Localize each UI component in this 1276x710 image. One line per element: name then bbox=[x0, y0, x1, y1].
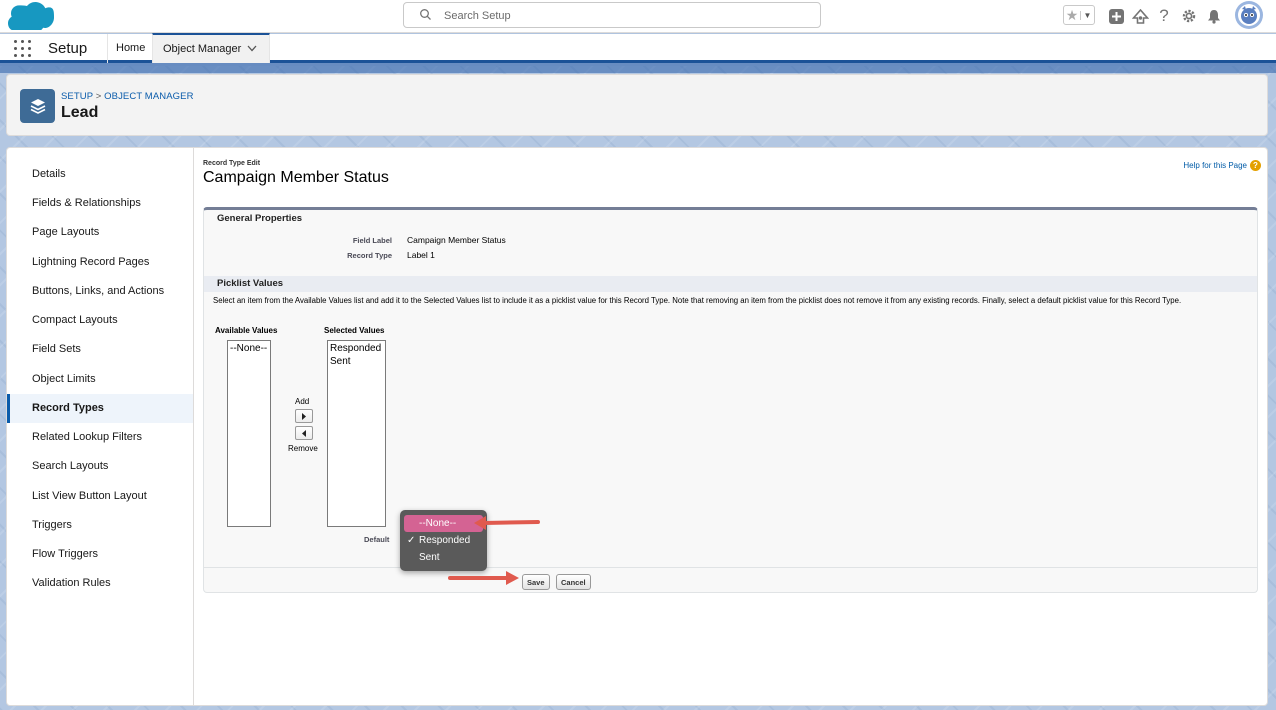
app-name: Setup bbox=[48, 40, 88, 57]
field-label-label: Field Label bbox=[352, 236, 392, 245]
layers-icon bbox=[20, 89, 55, 123]
main-panel: Details Fields & Relationships Page Layo… bbox=[6, 147, 1268, 706]
breadcrumb-separator: > bbox=[93, 91, 105, 102]
remove-button[interactable] bbox=[295, 426, 313, 440]
notifications-bell-icon[interactable] bbox=[1206, 6, 1222, 26]
general-properties-header: General Properties bbox=[217, 213, 303, 224]
annotation-arrow-none bbox=[474, 516, 540, 530]
dropdown-option-label: --None-- bbox=[419, 518, 457, 529]
star-icon: ★ bbox=[1065, 6, 1079, 23]
record-type-edit-label: Record Type Edit bbox=[203, 160, 261, 167]
sidebar: Details Fields & Relationships Page Layo… bbox=[7, 148, 194, 705]
search-icon bbox=[420, 9, 431, 20]
annotation-arrow-save bbox=[448, 571, 519, 585]
search-input[interactable] bbox=[444, 7, 804, 24]
dropdown-option-label: Responded bbox=[419, 535, 471, 546]
salesforce-logo[interactable] bbox=[8, 2, 55, 37]
breadcrumb-object-manager[interactable]: OBJECT MANAGER bbox=[104, 91, 193, 102]
page-header: SETUP > OBJECT MANAGER Lead bbox=[6, 74, 1268, 136]
sidebar-item-object-limits[interactable]: Object Limits bbox=[7, 365, 193, 394]
avatar[interactable] bbox=[1235, 1, 1263, 29]
picklist-description: Select an item from the Available Values… bbox=[213, 296, 1182, 305]
cancel-button[interactable]: Cancel bbox=[556, 574, 591, 590]
app-launcher-icon[interactable] bbox=[14, 40, 31, 57]
dropdown-option-sent[interactable]: Sent bbox=[400, 549, 487, 566]
sidebar-item-triggers[interactable]: Triggers bbox=[7, 511, 193, 540]
sidebar-item-list-view-button-layout[interactable]: List View Button Layout bbox=[7, 482, 193, 511]
save-button[interactable]: Save bbox=[522, 574, 550, 590]
gear-icon[interactable] bbox=[1180, 6, 1198, 26]
trailhead-icon bbox=[1131, 8, 1149, 24]
dropdown-option-label: Sent bbox=[419, 552, 440, 563]
add-button[interactable] bbox=[295, 409, 313, 423]
record-type-label: Record Type bbox=[347, 251, 392, 260]
sidebar-item-buttons-links-actions[interactable]: Buttons, Links, and Actions bbox=[7, 277, 193, 306]
breadcrumb-setup[interactable]: SETUP bbox=[61, 91, 93, 102]
sidebar-item-related-lookup-filters[interactable]: Related Lookup Filters bbox=[7, 423, 193, 452]
sidebar-item-details[interactable]: Details bbox=[7, 160, 193, 189]
content-area: Record Type Edit Campaign Member Status … bbox=[203, 148, 1261, 705]
page-title: Lead bbox=[61, 104, 99, 121]
selected-values-list[interactable]: Responded Sent bbox=[327, 340, 386, 527]
plus-icon bbox=[1108, 8, 1124, 24]
available-value-item[interactable]: --None-- bbox=[229, 343, 269, 356]
sidebar-item-record-types[interactable]: Record Types bbox=[7, 394, 193, 423]
favorites-button[interactable]: ★ ▼ bbox=[1063, 5, 1095, 25]
sidebar-item-page-layouts[interactable]: Page Layouts bbox=[7, 218, 193, 247]
content-title: Campaign Member Status bbox=[203, 169, 389, 186]
picklist-values-header: Picklist Values bbox=[204, 276, 1257, 292]
help-question-icon: ? bbox=[1250, 160, 1261, 171]
chevron-down-icon[interactable] bbox=[247, 45, 257, 52]
breadcrumb: SETUP > OBJECT MANAGER bbox=[61, 91, 194, 102]
sidebar-item-lightning-record-pages[interactable]: Lightning Record Pages bbox=[7, 248, 193, 277]
selected-value-item[interactable]: Sent bbox=[329, 356, 384, 369]
trailhead-button[interactable] bbox=[1131, 6, 1149, 26]
app-navigation-bar: Setup Home Object Manager bbox=[0, 33, 1276, 63]
help-link-label: Help for this Page bbox=[1183, 161, 1247, 170]
right-arrow-icon bbox=[302, 412, 306, 420]
search-setup-box[interactable] bbox=[403, 2, 821, 28]
default-label: Default bbox=[364, 535, 390, 544]
help-icon[interactable]: ? bbox=[1156, 6, 1172, 26]
tab-home[interactable]: Home bbox=[107, 34, 153, 63]
selected-value-item[interactable]: Responded bbox=[329, 343, 384, 356]
add-label: Add bbox=[295, 397, 310, 406]
sidebar-item-compact-layouts[interactable]: Compact Layouts bbox=[7, 306, 193, 335]
button-bar: Save Cancel bbox=[204, 567, 1257, 595]
remove-label: Remove bbox=[288, 444, 318, 453]
selected-values-label: Selected Values bbox=[324, 326, 385, 335]
sidebar-item-validation-rules[interactable]: Validation Rules bbox=[7, 569, 193, 598]
help-for-this-page-link[interactable]: Help for this Page ? bbox=[1183, 160, 1261, 171]
field-label-value: Campaign Member Status bbox=[407, 235, 506, 245]
dropdown-option-responded[interactable]: ✓ Responded bbox=[400, 532, 487, 549]
sidebar-item-field-sets[interactable]: Field Sets bbox=[7, 335, 193, 364]
checkmark-icon: ✓ bbox=[407, 535, 416, 546]
edit-form: General Properties Field Label Campaign … bbox=[203, 207, 1258, 593]
sidebar-item-flow-triggers[interactable]: Flow Triggers bbox=[7, 540, 193, 569]
tab-object-manager[interactable]: Object Manager bbox=[152, 33, 270, 63]
sidebar-item-search-layouts[interactable]: Search Layouts bbox=[7, 452, 193, 481]
global-actions-button[interactable] bbox=[1108, 6, 1124, 26]
available-values-label: Available Values bbox=[215, 326, 278, 335]
chevron-down-icon[interactable]: ▼ bbox=[1080, 10, 1094, 20]
left-arrow-icon bbox=[302, 429, 306, 437]
background-band-top bbox=[0, 63, 1276, 73]
available-values-list[interactable]: --None-- bbox=[227, 340, 271, 527]
record-type-value: Label 1 bbox=[407, 250, 435, 260]
sidebar-item-fields-relationships[interactable]: Fields & Relationships bbox=[7, 189, 193, 218]
tab-object-manager-label: Object Manager bbox=[163, 43, 242, 55]
global-header: ★ ▼ ? bbox=[0, 0, 1276, 37]
